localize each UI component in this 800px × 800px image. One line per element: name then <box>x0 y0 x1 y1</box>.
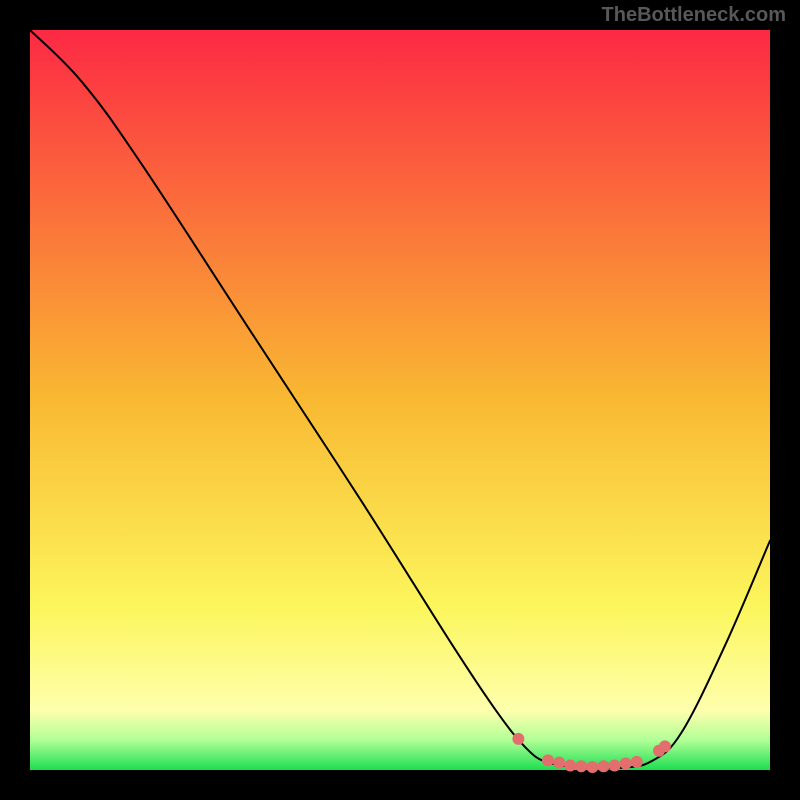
marker-dot <box>631 756 643 768</box>
chart-background <box>30 30 770 770</box>
marker-dot <box>659 740 671 752</box>
marker-dot <box>586 761 598 773</box>
marker-dot <box>542 754 554 766</box>
marker-dot <box>553 757 565 769</box>
watermark-text: TheBottleneck.com <box>602 4 786 27</box>
bottleneck-chart <box>0 0 800 800</box>
marker-dot <box>620 757 632 769</box>
marker-dot <box>598 760 610 772</box>
marker-dot <box>575 760 587 772</box>
marker-dot <box>609 760 621 772</box>
marker-dot <box>564 760 576 772</box>
marker-dot <box>512 733 524 745</box>
